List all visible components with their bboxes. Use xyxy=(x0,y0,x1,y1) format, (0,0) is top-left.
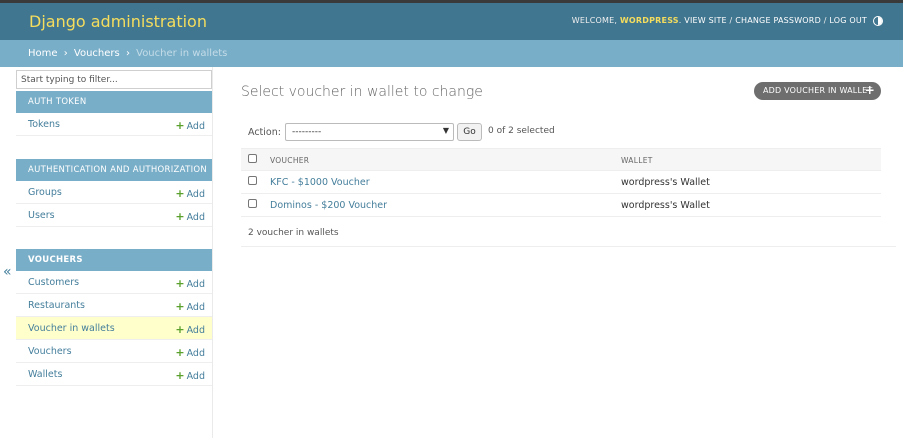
plus-icon: + xyxy=(175,277,185,290)
module-vouchers: VOUCHERS Customers + Add Restaurants + Add… xyxy=(16,249,212,386)
module-caption[interactable]: AUTHENTICATION AND AUTHORIZATION xyxy=(16,159,212,181)
model-link-voucher-in-wallets[interactable]: Voucher in wallets xyxy=(28,323,115,334)
select-all-checkbox[interactable] xyxy=(248,154,257,163)
sidebar-item-groups: Groups + Add xyxy=(16,181,212,204)
username: WORDPRESS xyxy=(619,16,679,25)
add-button-label: ADD VOUCHER IN WALLET xyxy=(763,86,873,95)
plus-icon: + xyxy=(175,323,185,336)
sidebar-item-restaurants: Restaurants + Add xyxy=(16,294,212,317)
log-out-link[interactable]: LOG OUT xyxy=(829,16,867,25)
add-vouchers-link[interactable]: + Add xyxy=(175,346,205,359)
sidebar-item-wallets: Wallets + Add xyxy=(16,363,212,386)
plus-icon: + xyxy=(175,210,185,223)
add-tokens-link[interactable]: + Add xyxy=(175,119,205,132)
plus-icon: + xyxy=(175,187,185,200)
header: Django administration WELCOME, WORDPRESS… xyxy=(0,3,903,40)
breadcrumb-separator: › xyxy=(125,48,130,59)
module-caption[interactable]: AUTH TOKEN xyxy=(16,91,212,113)
page-title: Select voucher in wallet to change xyxy=(241,84,483,100)
site-name[interactable]: Django administration xyxy=(29,12,207,31)
result-count: 2 voucher in wallets xyxy=(248,228,339,238)
change-password-link[interactable]: CHANGE PASSWORD xyxy=(735,16,821,25)
model-link-restaurants[interactable]: Restaurants xyxy=(28,300,85,311)
breadcrumb-app[interactable]: Vouchers xyxy=(74,48,120,59)
table-row: Dominos - $200 Voucher wordpress's Walle… xyxy=(241,194,881,217)
separator: / xyxy=(729,16,733,25)
model-link-users[interactable]: Users xyxy=(28,210,55,221)
column-header-wallet[interactable]: WALLET xyxy=(621,156,653,165)
theme-toggle-icon[interactable] xyxy=(873,16,883,26)
plus-icon: + xyxy=(864,83,875,97)
breadcrumb-separator: › xyxy=(63,48,68,59)
paginator: 2 voucher in wallets xyxy=(241,217,896,247)
wallet-cell: wordpress's Wallet xyxy=(621,200,710,211)
module-authentication: AUTHENTICATION AND AUTHORIZATION Groups … xyxy=(16,159,212,227)
model-link-wallets[interactable]: Wallets xyxy=(28,369,62,380)
action-select-value: --------- xyxy=(292,127,322,137)
chevron-down-icon: ▼ xyxy=(442,126,449,135)
row-checkbox[interactable] xyxy=(248,199,257,208)
go-button[interactable]: Go xyxy=(457,123,482,141)
module-caption[interactable]: VOUCHERS xyxy=(16,249,212,271)
user-tools: WELCOME, WORDPRESS. VIEW SITE / CHANGE P… xyxy=(571,16,867,25)
row-checkbox[interactable] xyxy=(248,176,257,185)
nav-filter-input[interactable] xyxy=(16,70,212,89)
breadcrumb: Home › Vouchers › Voucher in wallets xyxy=(0,40,903,67)
selection-count: 0 of 2 selected xyxy=(488,126,555,136)
plus-icon: + xyxy=(175,300,185,313)
sidebar-item-tokens: Tokens + Add xyxy=(16,113,212,136)
plus-icon: + xyxy=(175,346,185,359)
add-voucher-in-wallets-link[interactable]: + Add xyxy=(175,323,205,336)
add-restaurants-link[interactable]: + Add xyxy=(175,300,205,313)
model-link-groups[interactable]: Groups xyxy=(28,187,62,198)
add-users-link[interactable]: + Add xyxy=(175,210,205,223)
sidebar-item-voucher-in-wallets: Voucher in wallets + Add xyxy=(16,317,212,340)
separator: / xyxy=(823,16,827,25)
sidebar-item-vouchers: Vouchers + Add xyxy=(16,340,212,363)
table-row: KFC - $1000 Voucher wordpress's Wallet xyxy=(241,171,881,194)
voucher-link[interactable]: KFC - $1000 Voucher xyxy=(270,177,370,188)
wallet-cell: wordpress's Wallet xyxy=(621,177,710,188)
plus-icon: + xyxy=(175,119,185,132)
table-header: VOUCHER WALLET xyxy=(241,148,881,171)
toggle-sidebar-button[interactable]: « xyxy=(3,264,12,280)
results-table: VOUCHER WALLET KFC - $1000 Voucher wordp… xyxy=(241,148,881,217)
add-groups-link[interactable]: + Add xyxy=(175,187,205,200)
plus-icon: + xyxy=(175,369,185,382)
action-label: Action: xyxy=(248,127,281,138)
breadcrumb-home[interactable]: Home xyxy=(28,48,58,59)
voucher-link[interactable]: Dominos - $200 Voucher xyxy=(270,200,387,211)
nav-sidebar: AUTH TOKEN Tokens +Add AUTHENTICATION AN… xyxy=(16,67,213,438)
sidebar-item-users: Users + Add xyxy=(16,204,212,227)
column-header-voucher[interactable]: VOUCHER xyxy=(270,156,309,165)
action-select[interactable]: --------- ▼ xyxy=(285,123,454,141)
welcome-text: WELCOME, xyxy=(571,16,618,25)
sidebar-item-customers: Customers + Add xyxy=(16,271,212,294)
add-customers-link[interactable]: + Add xyxy=(175,277,205,290)
model-link-customers[interactable]: Customers xyxy=(28,277,79,288)
view-site-link[interactable]: VIEW SITE xyxy=(684,16,727,25)
add-wallets-link[interactable]: + Add xyxy=(175,369,205,382)
model-link-vouchers[interactable]: Vouchers xyxy=(28,346,72,357)
module-auth-token: AUTH TOKEN Tokens + Add xyxy=(16,91,212,136)
model-link-tokens[interactable]: Tokens xyxy=(28,119,60,130)
add-voucher-in-wallet-button[interactable]: ADD VOUCHER IN WALLET + xyxy=(754,82,881,100)
breadcrumb-current: Voucher in wallets xyxy=(136,48,228,59)
